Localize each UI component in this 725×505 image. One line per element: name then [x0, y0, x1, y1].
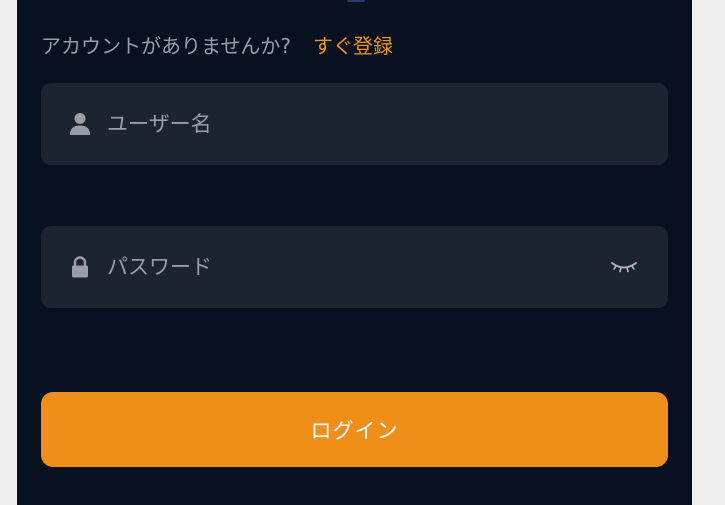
password-input[interactable] — [107, 226, 587, 308]
user-icon — [69, 111, 91, 137]
username-input[interactable] — [107, 83, 587, 165]
login-button[interactable]: ログイン — [41, 392, 668, 467]
password-field[interactable] — [41, 226, 668, 308]
eye-closed-icon[interactable] — [610, 258, 638, 276]
username-field[interactable] — [41, 83, 668, 165]
signup-link[interactable]: すぐ登録 — [313, 30, 393, 59]
signup-question-text: アカウントがありませんか? — [41, 33, 292, 58]
lock-icon — [69, 254, 91, 280]
login-panel: アカウントがありませんか? すぐ登録 ユーザー名 ログイン — [17, 0, 692, 505]
top-indicator — [347, 0, 365, 2]
signup-prompt: アカウントがありませんか? すぐ登録 — [41, 28, 393, 60]
